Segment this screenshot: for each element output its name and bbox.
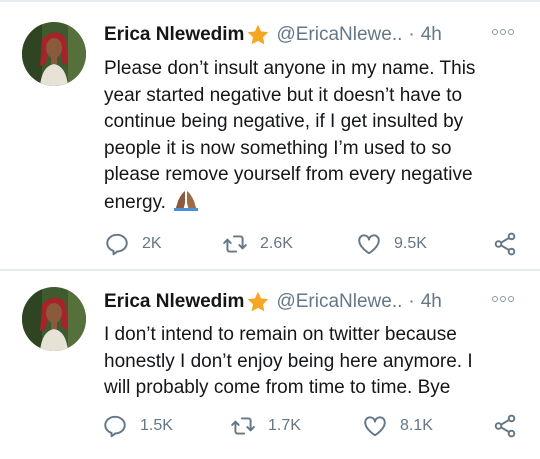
reply-count: 2K [142,235,162,252]
tweet[interactable]: Erica Nlewedim @EricaNlewe.. · 4h I don’… [0,271,540,459]
folded-hands-emoji [173,190,198,211]
like-count: 8.1K [400,417,433,434]
retweet-icon [223,235,247,253]
timestamp[interactable]: 4h [421,24,442,46]
retweet-button[interactable]: 1.7K [230,411,301,441]
retweet-count: 1.7K [268,417,301,434]
tweet-text-line: I don’t intend to remain on twitter beca… [104,324,457,345]
reply-button[interactable]: 2K [104,229,162,259]
tweet-text-line: will probably come from time to time. By… [104,377,451,398]
heart-icon [364,416,386,437]
reply-icon [106,233,128,256]
tweet-header: Erica Nlewedim @EricaNlewe.. · 4h [104,287,524,317]
retweet-button[interactable]: 2.6K [222,229,293,259]
tweet-actions: 2K 2.6K 9.5K [104,229,524,259]
star-icon [248,291,269,312]
share-icon [494,232,516,256]
tweet-text: Please don’t insult anyone in my name. T… [104,56,524,216]
tweet-text-line-last: energy. [104,189,524,217]
tweet[interactable]: Erica Nlewedim @EricaNlewe.. · 4h Please… [0,0,540,270]
share-icon [494,414,516,438]
like-button[interactable]: 8.1K [362,411,433,441]
timestamp[interactable]: 4h [421,291,442,313]
heart-icon [358,234,380,255]
avatar[interactable] [22,287,86,351]
retweet-icon [231,417,255,435]
author-name[interactable]: Erica Nlewedim [104,24,244,46]
reply-icon [104,415,126,438]
author-name[interactable]: Erica Nlewedim [104,291,244,313]
more-options-icon[interactable] [492,296,514,302]
like-count: 9.5K [394,235,427,252]
like-button[interactable]: 9.5K [356,229,427,259]
author-handle[interactable]: @EricaNlewe.. [276,291,402,313]
tweet-text-line: honestly I don’t enjoy being here anymor… [104,350,473,372]
separator-dot: · [408,291,415,312]
tweet-text-line: continue being negative, if I get insult… [104,111,464,132]
share-button[interactable] [492,229,518,259]
tweet-text-line: people it is now something I’m used to s… [104,137,452,159]
tweet-text-line: Please don’t insult anyone in my name. T… [104,58,476,79]
star-icon [248,24,269,45]
tweet-actions: 1.5K 1.7K 8.1K [104,411,524,441]
tweet-header: Erica Nlewedim @EricaNlewe.. · 4h [104,20,524,50]
reply-button[interactable]: 1.5K [102,411,173,441]
retweet-count: 2.6K [260,235,293,252]
avatar[interactable] [22,22,86,86]
separator-dot: · [408,24,415,45]
tweet-text-line: please remove yourself from every negati… [104,164,473,185]
more-options-icon[interactable] [492,29,514,35]
tweet-text: I don’t intend to remain on twitter beca… [104,322,524,402]
reply-count: 1.5K [140,417,173,434]
author-handle[interactable]: @EricaNlewe.. [276,24,402,46]
tweet-text-line: year started negative but it doesn’t hav… [104,84,463,106]
share-button[interactable] [492,411,518,441]
